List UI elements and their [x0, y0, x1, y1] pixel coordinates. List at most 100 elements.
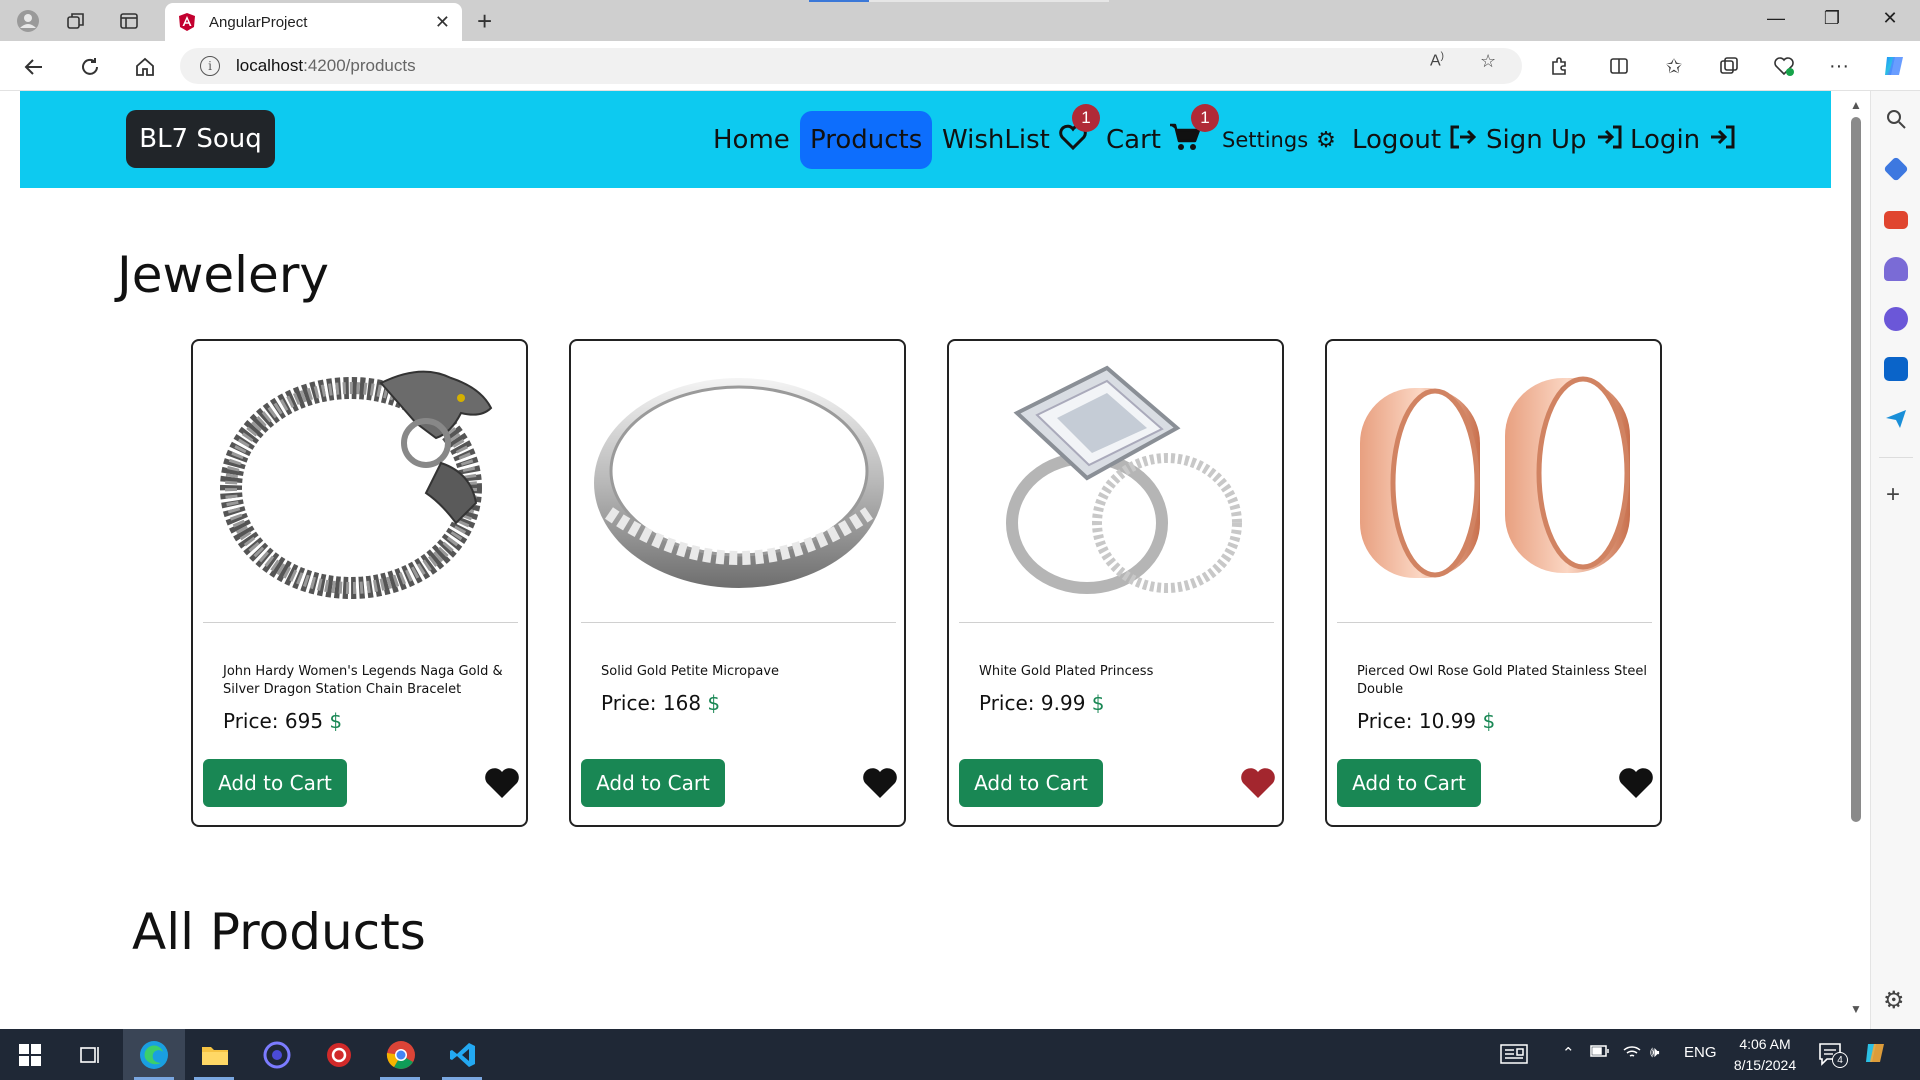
tab-indicator-track [869, 0, 1109, 2]
product-price: Price: 10.99 $ [1357, 709, 1495, 733]
favorite-star-icon[interactable]: ☆ [1480, 51, 1496, 72]
nav-products[interactable]: Products [800, 111, 933, 169]
product-price-label: Price: 695 [223, 709, 324, 733]
reload-icon[interactable] [76, 53, 104, 81]
microsoft-365-icon[interactable] [1884, 307, 1908, 331]
restore-icon[interactable]: ❐ [1812, 8, 1852, 29]
nav-home[interactable]: Home [713, 111, 790, 169]
product-image-bracelet[interactable] [203, 349, 518, 617]
vscode-icon[interactable] [447, 1039, 479, 1071]
edge-browser-icon[interactable] [138, 1039, 170, 1071]
browser-tab-bar: AngularProject ✕ + — ❐ ✕ [0, 0, 1920, 41]
games-icon[interactable] [1884, 257, 1908, 281]
task-view-icon[interactable] [74, 1039, 106, 1071]
nav-wishlist[interactable]: WishList 1 [942, 104, 1100, 169]
product-image-rose-gold-plugs[interactable] [1337, 349, 1652, 617]
section-title-jewelery: Jewelery [117, 246, 329, 304]
nav-cart-label: Cart [1106, 125, 1161, 155]
address-bar-row: i localhost:4200/products A) ☆ ✩ ··· [0, 41, 1920, 91]
wishlist-heart-icon[interactable] [1239, 765, 1277, 801]
add-to-cart-button[interactable]: Add to Cart [581, 759, 725, 807]
new-tab-icon[interactable]: + [477, 6, 492, 37]
angular-favicon-icon [179, 13, 195, 31]
currency-symbol: $ [1482, 709, 1496, 733]
product-card: John Hardy Women's Legends Naga Gold & S… [191, 339, 528, 827]
browser-essentials-icon[interactable] [1771, 53, 1797, 79]
copilot-icon[interactable] [1881, 53, 1907, 79]
workspaces-icon[interactable] [63, 8, 89, 34]
product-price-label: Price: 9.99 [979, 691, 1086, 715]
file-explorer-icon[interactable] [199, 1039, 231, 1071]
product-price: Price: 9.99 $ [979, 691, 1105, 715]
add-to-cart-button[interactable]: Add to Cart [203, 759, 347, 807]
sidebar-settings-icon[interactable]: ⚙ [1883, 986, 1905, 1015]
split-screen-icon[interactable] [1606, 53, 1632, 79]
app-purple-icon[interactable] [261, 1039, 293, 1071]
site-navbar: BL7 Souq Home Products WishList 1 Cart 1… [20, 91, 1831, 188]
scrollbar-thumb[interactable] [1851, 117, 1861, 822]
home-icon[interactable] [131, 53, 159, 81]
site-info-icon[interactable]: i [200, 56, 220, 76]
shopping-tag-icon[interactable] [1883, 156, 1909, 182]
app-red-icon[interactable] [323, 1039, 355, 1071]
send-icon[interactable] [1884, 407, 1908, 431]
news-widget-icon[interactable] [1500, 1044, 1528, 1068]
language-indicator[interactable]: ENG [1684, 1044, 1717, 1061]
wishlist-heart-icon[interactable] [861, 765, 899, 801]
active-tab[interactable]: AngularProject ✕ [165, 3, 462, 41]
more-options-icon[interactable]: ··· [1826, 53, 1852, 79]
collections-icon[interactable] [1716, 53, 1742, 79]
outlook-icon[interactable] [1884, 357, 1908, 381]
sidebar-divider [1879, 457, 1913, 458]
nav-logout[interactable]: Logout [1352, 111, 1477, 169]
wishlist-heart-icon[interactable] [483, 765, 521, 801]
sidebar-search-icon[interactable] [1884, 107, 1908, 131]
scroll-up-icon[interactable]: ▲ [1850, 98, 1862, 112]
favorites-icon[interactable]: ✩ [1661, 53, 1687, 79]
system-clock[interactable]: 4:06 AM 8/15/2024 [1720, 1034, 1810, 1076]
read-aloud-icon[interactable]: A) [1430, 51, 1444, 70]
cart-count-badge: 1 [1191, 104, 1219, 132]
product-name: John Hardy Women's Legends Naga Gold & S… [223, 664, 503, 697]
product-name: Solid Gold Petite Micropave [601, 664, 780, 679]
nav-wishlist-label: WishList [942, 125, 1050, 155]
volume-icon[interactable]: 🕪 [1650, 1044, 1659, 1061]
product-image-ring[interactable] [581, 349, 896, 617]
gear-icon: ⚙ [1316, 127, 1336, 153]
product-price: Price: 168 $ [601, 691, 720, 715]
extensions-icon[interactable] [1546, 53, 1572, 79]
add-to-cart-button[interactable]: Add to Cart [959, 759, 1103, 807]
tab-close-icon[interactable]: ✕ [435, 12, 450, 33]
tools-icon[interactable] [1884, 211, 1908, 229]
copilot-taskbar-icon[interactable] [1862, 1040, 1888, 1070]
chrome-icon[interactable] [385, 1039, 417, 1071]
brand-logo[interactable]: BL7 Souq [126, 110, 275, 168]
wishlist-heart-icon[interactable] [1617, 765, 1655, 801]
card-divider [1337, 622, 1652, 623]
notifications-icon[interactable]: 4 [1818, 1042, 1848, 1070]
nav-cart[interactable]: Cart 1 [1106, 104, 1219, 169]
browser-sidebar: + ⚙ [1870, 91, 1920, 1029]
add-to-cart-button[interactable]: Add to Cart [1337, 759, 1481, 807]
minimize-icon[interactable]: — [1756, 8, 1796, 29]
nav-signup[interactable]: Sign Up [1486, 111, 1623, 169]
product-image-princess-ring[interactable] [959, 349, 1274, 617]
profile-icon[interactable] [15, 8, 41, 34]
battery-icon[interactable] [1590, 1044, 1610, 1062]
product-name: White Gold Plated Princess [979, 664, 1154, 679]
wifi-icon[interactable] [1622, 1044, 1642, 1064]
windows-start-icon[interactable] [14, 1039, 46, 1071]
url-input[interactable]: i localhost:4200/products [180, 48, 1522, 84]
product-card: Pierced Owl Rose Gold Plated Stainless S… [1325, 339, 1662, 827]
card-divider [959, 622, 1274, 623]
scroll-down-icon[interactable]: ▼ [1850, 1002, 1862, 1016]
nav-settings[interactable]: Settings ⚙ [1222, 111, 1336, 169]
vertical-tabs-icon[interactable] [116, 8, 142, 34]
add-sidebar-icon[interactable]: + [1886, 481, 1900, 509]
show-hidden-icons-icon[interactable]: ⌃ [1562, 1044, 1575, 1062]
nav-login[interactable]: Login [1630, 111, 1736, 169]
tab-indicator [809, 0, 869, 2]
close-window-icon[interactable]: ✕ [1870, 8, 1910, 29]
page-viewport: BL7 Souq Home Products WishList 1 Cart 1… [0, 91, 1846, 1029]
back-icon[interactable] [20, 53, 48, 81]
